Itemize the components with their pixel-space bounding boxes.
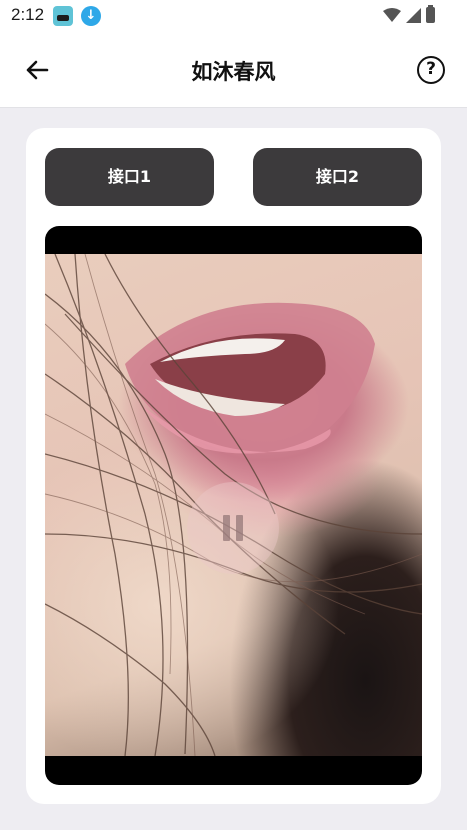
signal-icon <box>406 7 421 23</box>
help-button[interactable]: ? <box>417 56 445 84</box>
api-1-button[interactable]: 接口1 <box>45 148 214 206</box>
pause-icon-bar <box>236 515 243 541</box>
wifi-icon <box>383 7 401 22</box>
status-indicators <box>383 5 435 23</box>
app-notification-icon <box>53 6 73 26</box>
battery-icon <box>426 5 435 23</box>
video-frame <box>45 254 422 756</box>
status-time: 2:12 <box>11 5 45 24</box>
pause-icon <box>223 515 230 541</box>
status-bar: 2:12 ↓ <box>0 0 467 32</box>
content-card: 接口1 接口2 <box>26 128 441 804</box>
app-header: 如沐春风 ? <box>0 32 467 108</box>
pause-button[interactable] <box>187 482 279 574</box>
api-2-button[interactable]: 接口2 <box>253 148 422 206</box>
question-circle-icon: ? <box>426 59 436 79</box>
page-title: 如沐春风 <box>191 60 276 84</box>
download-icon: ↓ <box>81 6 101 26</box>
video-player[interactable] <box>45 226 422 785</box>
